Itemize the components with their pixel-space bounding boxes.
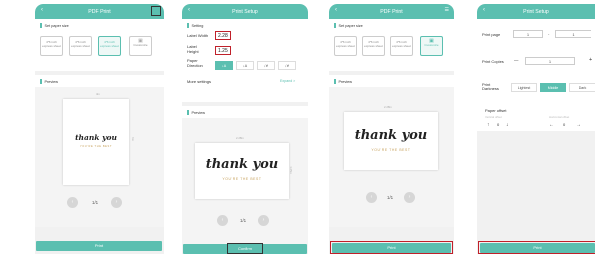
section-preview: Preview [329, 75, 454, 84]
header: ‹ Print Setup [182, 4, 308, 19]
section-paper-size: Set paper size [329, 19, 454, 28]
card-subtitle: YOU'RE THE BEST [222, 177, 262, 181]
horizontal-offset-value: 0 [563, 122, 566, 127]
copies-plus-button[interactable]: + [589, 57, 592, 63]
paper-size-panel: Set paper size 4*6 inch express sheet 4*… [35, 19, 164, 71]
screen-pdf-print-1: ‹ PDF Print Set paper size 4*6 inch expr… [35, 4, 164, 254]
screen-pdf-print-2: ‹ PDF Print ☰ Set paper size 4*6 inch ex… [329, 4, 454, 254]
print-copies-label: Print Copies [482, 59, 504, 64]
prev-page-button[interactable]: ‹ [366, 192, 377, 203]
paper-option-1[interactable]: 4*6 inch express sheet [334, 36, 357, 56]
label-height-label: Label Height [187, 44, 199, 54]
confirm-highlight [227, 243, 263, 254]
print-page-to-input[interactable]: 1 [555, 30, 591, 38]
screen-print-setup-1: ‹ Print Setup Setting Label Width 2.28 L… [182, 4, 308, 254]
label-height-input[interactable]: 1.25 [215, 46, 231, 55]
page-indicator: 1/1 [92, 200, 99, 205]
paper-option-2[interactable]: 4*6 inch express sheet [69, 36, 92, 56]
paper-size-panel: Set paper size 4*6 inch express sheet 4*… [329, 19, 454, 71]
print-highlight [330, 241, 453, 254]
prev-page-button[interactable]: ‹ [217, 215, 228, 226]
height-dimension: 6in [130, 137, 135, 141]
darkness-middle[interactable]: Middle [540, 83, 566, 92]
expand-link[interactable]: Expand > [280, 79, 295, 83]
header: ‹ Print Setup [477, 4, 595, 19]
settings-icon[interactable]: ☰ [445, 7, 449, 13]
vertical-offset-label: Vertical offset [485, 115, 502, 119]
more-settings-label: More settings [187, 79, 212, 84]
card-script-text: thank you [75, 133, 117, 142]
section-setting: Setting [182, 19, 308, 28]
label-preview: thank you YOU'RE THE BEST [195, 143, 289, 199]
print-options-panel: Print page 1 - 1 Print Copies — 1 + Prin… [477, 19, 595, 131]
label-preview: thank you YOU'RE THE BEST [63, 99, 129, 185]
card-subtitle: YOU'RE THE BEST [79, 145, 113, 148]
card-script-text: thank you [205, 157, 279, 172]
header: ‹ PDF Print [35, 4, 164, 19]
width-dimension: 2.28in [384, 105, 392, 109]
chevron-left-icon[interactable]: ‹ [483, 7, 485, 13]
next-page-button[interactable]: › [111, 197, 122, 208]
setting-panel: Setting Label Width 2.28 Label Height 1.… [182, 19, 308, 102]
print-highlight [478, 241, 595, 254]
paper-option-2[interactable]: 4*6 inch express sheet [362, 36, 385, 56]
darkness-lightest[interactable]: Lightest [511, 83, 537, 92]
paper-direction-label: Paper Direction [187, 58, 203, 68]
paper-option-3[interactable]: 4*6 inch express sheet [390, 36, 413, 56]
paper-option-customize[interactable]: ▣ Customize [129, 36, 152, 56]
paper-offset-label: Paper offset [485, 108, 507, 113]
darkness-dark[interactable]: Dark [569, 83, 595, 92]
page-title: Print Setup [232, 8, 258, 15]
page-title: PDF Print [88, 8, 111, 15]
card-script-text: thank you [354, 128, 428, 143]
preview-panel: Preview 2.28in thank you YOU'RE THE BEST… [329, 75, 454, 227]
print-button[interactable]: Print [36, 241, 162, 251]
offset-down-icon[interactable]: ↓ [506, 122, 509, 128]
paper-option-customize[interactable]: ▣ Customize [420, 36, 443, 56]
offset-right-icon[interactable]: → [576, 122, 581, 128]
section-paper-size: Set paper size [35, 19, 164, 28]
settings-icon-highlight[interactable] [151, 6, 161, 16]
section-preview: Preview [35, 75, 164, 84]
offset-up-icon[interactable]: ↑ [487, 122, 490, 128]
print-page-from-input[interactable]: 1 [513, 30, 543, 38]
screen-print-setup-2: ‹ Print Setup Print page 1 - 1 Print Cop… [477, 4, 595, 254]
section-preview: Preview [182, 106, 308, 115]
paper-option-3[interactable]: 4*6 inch express sheet [98, 36, 121, 56]
preview-panel: Preview 4in thank you YOU'RE THE BEST 6i… [35, 75, 164, 227]
paper-option-1[interactable]: 4*6 inch express sheet [40, 36, 63, 56]
vertical-offset-value: 0 [497, 122, 500, 127]
print-darkness-label: Print Darkness [482, 82, 499, 92]
label-preview: thank you YOU'RE THE BEST [344, 112, 438, 170]
horizontal-offset-label: Horizontal offset [549, 115, 570, 119]
page-indicator: 1/1 [240, 218, 247, 223]
next-page-button[interactable]: › [404, 192, 415, 203]
card-subtitle: YOU'RE THE BEST [371, 148, 411, 152]
width-dimension: 4in [96, 92, 100, 96]
chevron-left-icon[interactable]: ‹ [335, 7, 337, 13]
direction-option-4[interactable]: ↓∀ [278, 61, 296, 70]
print-page-label: Print page [482, 32, 501, 37]
width-dimension: 2.28in [236, 136, 244, 140]
print-page-separator: - [548, 31, 550, 36]
label-width-input[interactable]: 2.28 [215, 31, 231, 40]
copies-minus-button[interactable]: — [514, 58, 518, 63]
chevron-left-icon[interactable]: ‹ [41, 7, 43, 13]
page-title: Print Setup [523, 8, 549, 15]
chevron-left-icon[interactable]: ‹ [188, 7, 190, 13]
direction-option-1[interactable]: ↓A [215, 61, 233, 70]
height-dimension: 1.25in [288, 166, 293, 174]
direction-option-3[interactable]: ↓∀ [257, 61, 275, 70]
copies-input[interactable]: 1 [525, 57, 575, 65]
next-page-button[interactable]: › [258, 215, 269, 226]
preview-panel: Preview 2.28in thank you YOU'RE THE BEST… [182, 106, 308, 244]
page-title: PDF Print [380, 8, 403, 15]
offset-left-icon[interactable]: ← [549, 122, 554, 128]
page-indicator: 1/1 [387, 195, 394, 200]
label-width-label: Label Width [187, 33, 209, 38]
header: ‹ PDF Print ☰ [329, 4, 454, 19]
prev-page-button[interactable]: ‹ [67, 197, 78, 208]
direction-option-2[interactable]: ↓A [236, 61, 254, 70]
